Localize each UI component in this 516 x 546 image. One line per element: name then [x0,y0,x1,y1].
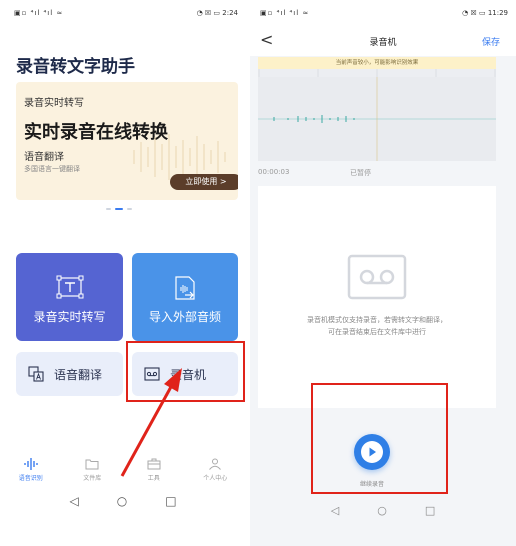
elapsed-time: 00:00:03 [258,168,290,176]
nav-recents-button[interactable]: □ [165,494,176,508]
tab-label: 工具 [147,475,160,482]
recorder-description: 录音机模式仅支持录音，若需转文字和翻译， 可在录音结束后在文件库中进行 [272,314,482,338]
translate-icon [28,366,44,382]
voice-translate-label: 语音翻译 [54,367,103,382]
import-audio-tile[interactable]: 导入外部音频 [132,253,238,341]
toolbox-icon [147,458,161,470]
signal-indicators: ▣▫ ⁴ıl ⁴ıl ≈ [14,9,64,17]
home-screen: ▣▫ ⁴ıl ⁴ıl ≈ ◔ ☒ ▭ 2:24 录音转文字助手 录音实时转写 实… [0,0,246,546]
nav-home-button[interactable]: ○ [117,494,127,508]
description-line2: 可在录音结束后在文件库中进行 [328,328,426,336]
waveform-icon [24,458,38,470]
status-bar: ▣▫ ⁴ıl ⁴ıl ≈ ◔ ☒ ▭ 2:24 [0,0,246,26]
ruler-ticks [258,69,496,77]
recording-status: 已暂停 [350,169,371,177]
tape-recorder-icon [347,254,407,300]
recording-waveform [258,77,496,161]
tab-label: 个人中心 [203,475,228,482]
tab-speech-recognition[interactable]: 语音识别 [8,455,54,491]
recorder-header: < 录音机 保存 [250,26,516,56]
volume-tip-banner: 当前声音较小，可能影响识别效果 [258,57,496,69]
nav-recents-button[interactable]: □ [425,504,435,517]
promo-banner[interactable]: 录音实时转写 实时录音在线转换 语音翻译 多国语言一键翻译 立即使用 > [16,82,238,200]
waveform-area [258,77,496,161]
page-title: 录音机 [369,38,397,48]
system-nav-bar: ◁ ○ □ [250,500,516,520]
carousel-dot [127,208,132,210]
nav-home-button[interactable]: ○ [377,504,387,517]
tab-file-library[interactable]: 文件库 [69,455,115,491]
timeline-ruler [258,69,496,77]
status-bar: ▣▫ ⁴ıl ⁴ıl ≈ ◔ ☒ ▭ 11:29 [250,0,516,26]
folder-icon [85,459,99,470]
carousel-dot [106,208,111,210]
recorder-panel: 录音机模式仅支持录音，若需转文字和翻译， 可在录音结束后在文件库中进行 [258,186,496,408]
voice-translate-tile[interactable]: 语音翻译 [16,352,123,396]
continue-recording-highlight-box [311,383,448,494]
text-frame-icon [56,275,83,299]
system-nav-bar: ◁ ○ □ [0,490,246,512]
use-now-button[interactable]: 立即使用 > [170,174,238,190]
user-icon [209,458,222,470]
nav-back-button[interactable]: ◁ [331,504,339,517]
status-right: ◔ ☒ ▭ 2:24 [196,9,238,17]
banner-line3: 多国语言一键翻译 [24,165,80,173]
tab-label: 语音识别 [18,475,43,482]
recording-info: 00:00:03 已暂停 [258,168,496,177]
carousel-dot-active [115,208,123,210]
bottom-tab-bar: 语音识别 文件库 工具 个人中心 [0,455,246,491]
app-title: 录音转文字助手 [16,57,135,77]
banner-line1: 录音实时转写 [24,98,84,109]
realtime-transcribe-label: 录音实时转写 [33,310,106,324]
nav-back-button[interactable]: ◁ [69,494,78,508]
tab-tools[interactable]: 工具 [131,455,177,491]
realtime-transcribe-tile[interactable]: 录音实时转写 [16,253,123,341]
recorder-highlight-box [126,341,245,402]
description-line1: 录音机模式仅支持录音，若需转文字和翻译， [307,316,447,324]
signal-indicators: ▣▫ ⁴ıl ⁴ıl ≈ [260,9,310,17]
save-button[interactable]: 保存 [482,35,500,48]
import-audio-label: 导入外部音频 [148,310,221,324]
tab-profile[interactable]: 个人中心 [192,455,238,491]
banner-line2: 语音翻译 [24,152,64,163]
tab-label: 文件库 [83,475,102,482]
status-right: ◔ ☒ ▭ 11:29 [462,9,508,17]
carousel-dots [106,208,132,210]
import-file-icon [175,276,195,300]
